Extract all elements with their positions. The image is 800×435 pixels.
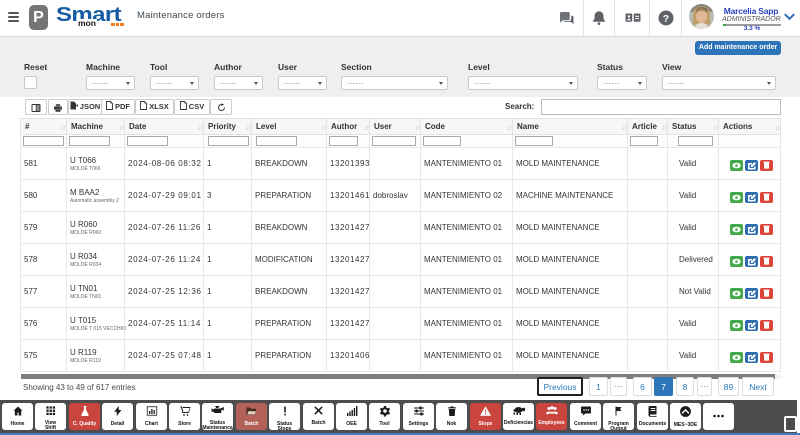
svg-text:?: ?: [663, 13, 669, 25]
